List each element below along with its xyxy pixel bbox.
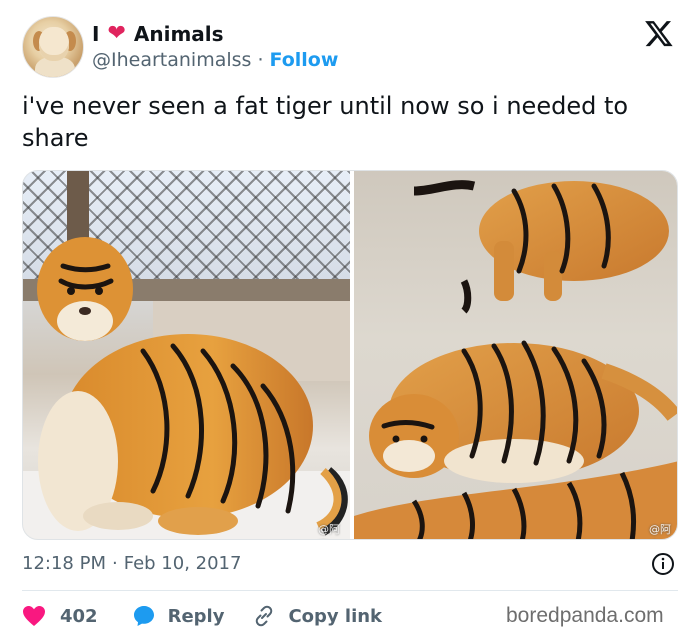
reply-bubble-icon <box>133 606 154 626</box>
heart-emoji-icon: ❤ <box>107 21 126 46</box>
handle-separator: · <box>257 49 264 71</box>
site-watermark: boredpanda.com <box>506 604 664 627</box>
display-name[interactable]: I ❤ Animals <box>92 21 224 47</box>
tweet-timestamp[interactable]: 12:18 PM · Feb 10, 2017 <box>22 552 241 576</box>
avatar-dog-face <box>39 27 69 61</box>
avatar[interactable] <box>22 16 84 78</box>
tiger-sitting-photo[interactable]: @阿喜 <box>23 171 350 539</box>
tweet-date: Feb 10, 2017 <box>123 553 242 574</box>
handle-row: @Iheartanimalss · Follow <box>92 48 338 72</box>
x-logo-icon[interactable] <box>643 18 675 48</box>
follow-button[interactable]: Follow <box>269 48 338 72</box>
user-handle[interactable]: @Iheartanimalss <box>92 48 251 72</box>
divider <box>22 590 678 591</box>
copy-link-button[interactable]: Copy link <box>252 604 382 628</box>
copy-link-label: Copy link <box>288 605 383 627</box>
heart-icon <box>23 606 45 626</box>
timestamp-separator: · <box>111 553 118 574</box>
like-count: 402 <box>60 605 98 627</box>
photo-watermark: @阿喜 <box>318 523 340 536</box>
reply-button[interactable]: Reply <box>132 604 225 628</box>
tweet-actions: 402 Reply Copy link <box>22 602 410 630</box>
link-icon <box>256 605 273 627</box>
tweet-time: 12:18 PM <box>22 553 106 574</box>
tiger-sitting-illustration <box>37 237 348 536</box>
tweet-card: I ❤ Animals @Iheartanimalss · Follow i'v… <box>0 0 700 642</box>
reply-label: Reply <box>167 605 225 627</box>
tweet-media[interactable]: @阿喜 <box>22 170 678 540</box>
like-button[interactable]: 402 <box>22 605 98 627</box>
tiger-lying-photo[interactable]: @阿喜 <box>354 171 677 539</box>
display-name-prefix: I <box>92 22 100 46</box>
display-name-suffix: Animals <box>133 22 224 46</box>
tweet-text: i've never seen a fat tiger until now so… <box>22 92 629 152</box>
photo-watermark: @阿喜 <box>649 523 671 536</box>
tigers-lying-illustration <box>354 180 677 539</box>
info-icon[interactable] <box>651 552 675 576</box>
